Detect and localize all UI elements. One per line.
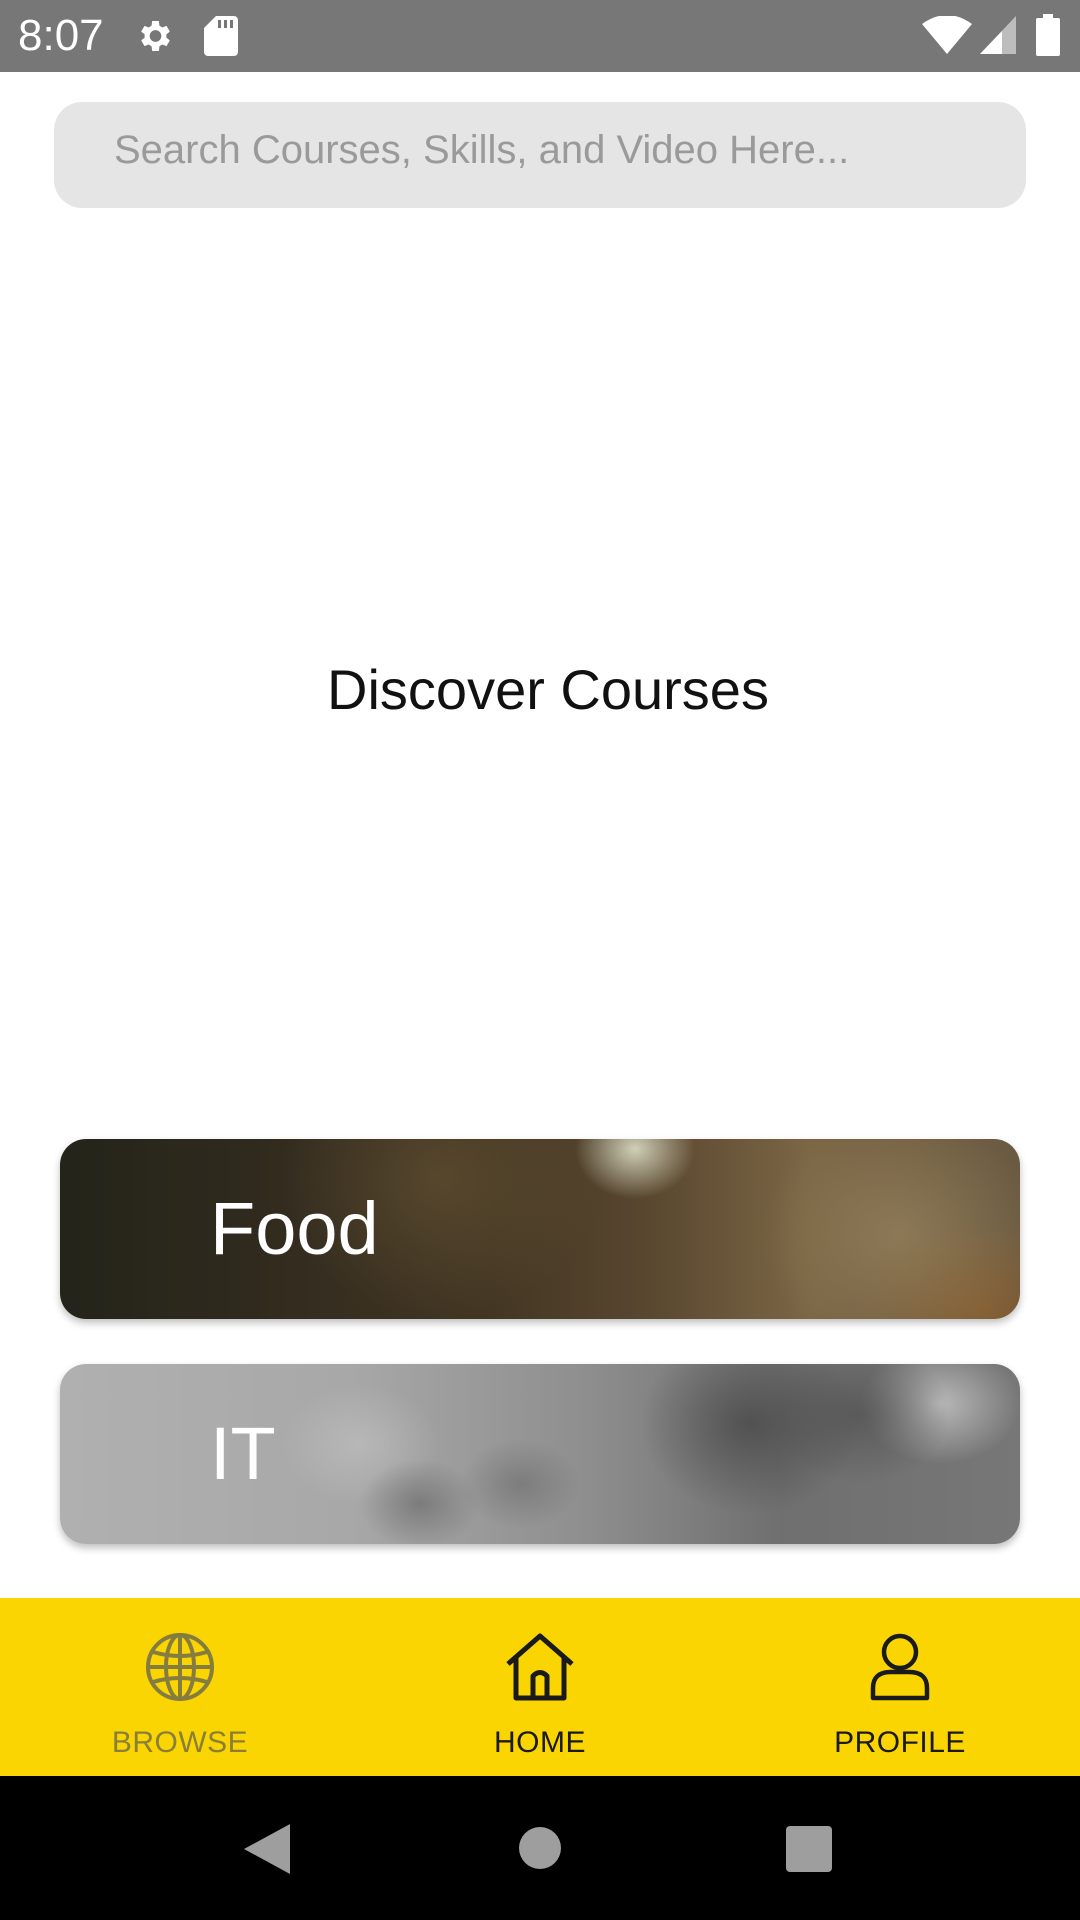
category-card-it[interactable]: IT	[60, 1364, 1020, 1544]
bottom-navigation: BROWSE HOME PROFILE	[0, 1598, 1080, 1776]
sd-card-icon	[204, 16, 238, 56]
home-circle-icon[interactable]	[518, 1826, 562, 1870]
status-bar: 8:07	[0, 0, 1080, 72]
nav-item-profile[interactable]: PROFILE	[720, 1598, 1080, 1776]
wifi-icon	[922, 16, 972, 54]
person-icon	[865, 1632, 935, 1702]
nav-label-profile: PROFILE	[834, 1726, 966, 1759]
globe-icon	[145, 1632, 215, 1702]
nav-label-browse: BROWSE	[111, 1726, 249, 1759]
nav-label-home: HOME	[494, 1726, 586, 1759]
battery-icon	[1036, 14, 1060, 56]
back-icon[interactable]	[244, 1824, 290, 1874]
status-time: 8:07	[18, 11, 104, 60]
app-screen: 8:07 Search Courses, Skills, and Video H…	[0, 0, 1080, 1920]
nav-item-home[interactable]: HOME	[360, 1598, 720, 1776]
signal-icon	[980, 16, 1016, 54]
recents-square-icon[interactable]	[786, 1826, 832, 1872]
settings-gear-icon	[134, 16, 174, 56]
category-card-food[interactable]: Food	[60, 1139, 1020, 1319]
search-placeholder: Search Courses, Skills, and Video Here..…	[114, 128, 850, 172]
category-label: Food	[210, 1187, 379, 1270]
nav-item-browse[interactable]: BROWSE	[0, 1598, 360, 1776]
system-navigation-bar	[0, 1776, 1080, 1920]
category-label: IT	[210, 1412, 276, 1495]
home-icon	[505, 1632, 575, 1702]
page-title: Discover Courses	[327, 658, 769, 721]
search-input[interactable]: Search Courses, Skills, and Video Here..…	[54, 102, 1026, 208]
